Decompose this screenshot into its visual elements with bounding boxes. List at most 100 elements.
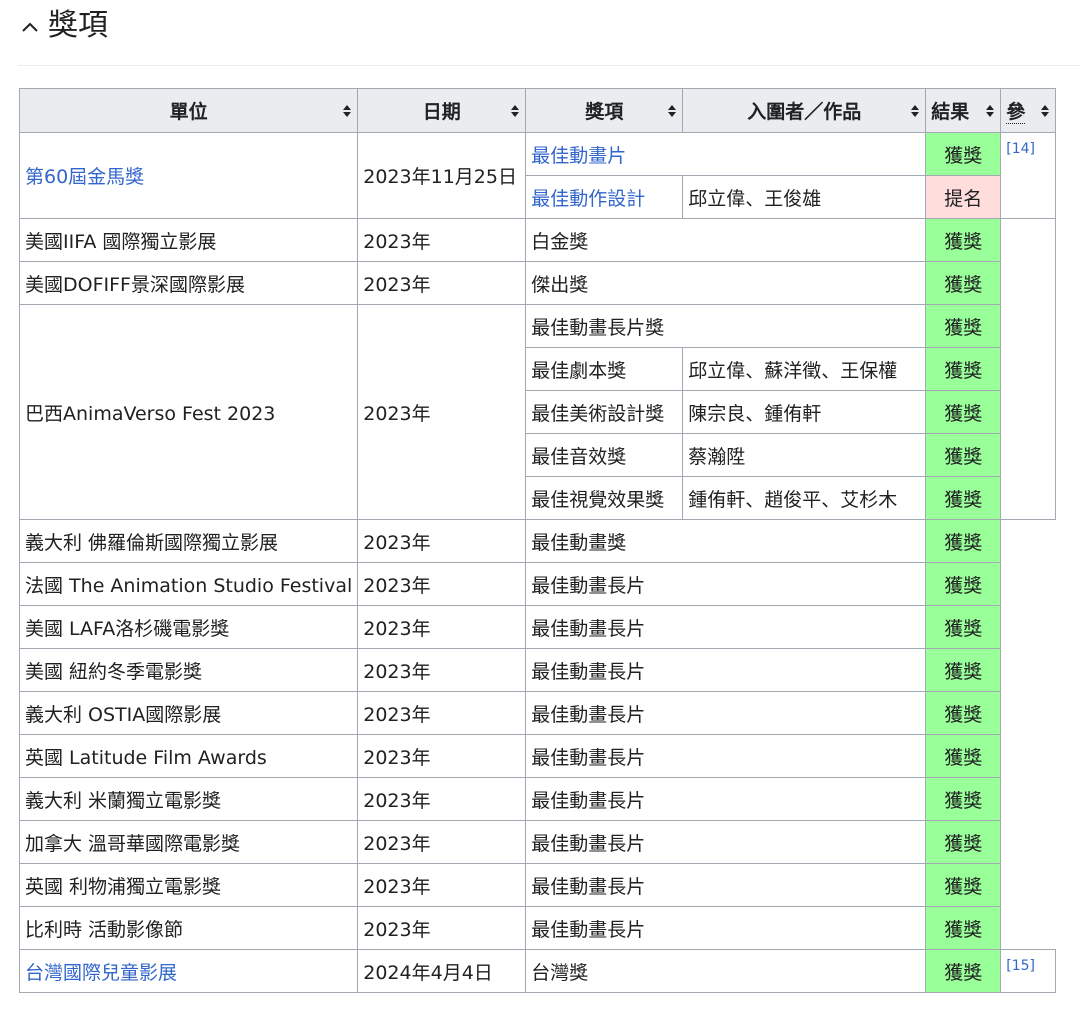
reference-cell: [15] — [1000, 949, 1057, 993]
table-row: 義大利 佛羅倫斯國際獨立影展 2023年 最佳動畫獎 獲獎 — [18, 519, 1056, 563]
award-cell: 最佳動畫長片 — [525, 863, 927, 907]
award-cell: 最佳動畫長片 — [525, 734, 927, 778]
reference-link[interactable]: [15] — [1006, 958, 1035, 974]
award-cell: 最佳劇本獎 — [525, 347, 684, 391]
award-cell: 最佳動畫長片獎 — [525, 304, 927, 348]
date-cell: 2023年11月25日 — [357, 132, 527, 219]
table-row: 巴西AnimaVerso Fest 2023 2023年 最佳動畫長片獎 獲獎 — [18, 304, 1056, 520]
sort-icon[interactable] — [985, 103, 995, 119]
award-cell: 台灣獎 — [525, 949, 927, 993]
sort-icon[interactable] — [510, 103, 520, 119]
sort-icon[interactable] — [342, 103, 352, 119]
result-win: 獲獎 — [925, 433, 1002, 477]
result-win: 獲獎 — [925, 390, 1002, 434]
nominee-cell: 鍾侑軒、趙俊平、艾杉木 — [682, 476, 927, 520]
table-row: 美國 紐約冬季電影獎 2023年 最佳動畫長片 獲獎 — [18, 648, 1056, 692]
award-cell: 最佳美術設計獎 — [525, 390, 684, 434]
result-win: 獲獎 — [925, 132, 1002, 176]
award-cell: 最佳音效獎 — [525, 433, 684, 477]
header-nominee[interactable]: 入圍者／作品 — [682, 88, 927, 133]
nominee-cell: 蔡瀚陞 — [682, 433, 927, 477]
unit-cell: 英國 利物浦獨立電影獎 — [18, 863, 359, 907]
awards-table: 單位 日期 獎項 入圍者／作品 結果 參 第60屆金馬獎 2023年11月25日… — [18, 88, 1057, 993]
unit-cell: 義大利 米蘭獨立電影獎 — [18, 777, 359, 821]
award-cell: 最佳動畫長片 — [525, 691, 927, 735]
table-row: 美國DOFIFF景深國際影展 2023年 傑出獎 獲獎 — [18, 261, 1056, 305]
table-row: 比利時 活動影像節 2023年 最佳動畫長片 獲獎 — [18, 906, 1056, 950]
award-link[interactable]: 最佳動作設計 — [525, 175, 684, 219]
result-win: 獲獎 — [925, 476, 1002, 520]
header-date[interactable]: 日期 — [357, 88, 527, 133]
date-cell: 2023年 — [357, 261, 527, 305]
unit-cell: 法國 The Animation Studio Festival — [18, 562, 359, 606]
unit-link[interactable]: 台灣國際兒童影展 — [18, 949, 359, 993]
table-row: 美國 LAFA洛杉磯電影獎 2023年 最佳動畫長片 獲獎 — [18, 605, 1056, 649]
date-cell: 2023年 — [357, 863, 527, 907]
simple-rows-body: 義大利 佛羅倫斯國際獨立影展 2023年 最佳動畫獎 獲獎 法國 The Animati… — [18, 519, 1056, 950]
chevron-up-icon[interactable] — [18, 16, 42, 40]
date-cell: 2023年 — [357, 777, 527, 821]
table-row: 義大利 OSTIA國際影展 2023年 最佳動畫長片 獲獎 — [18, 691, 1056, 735]
date-cell: 2023年 — [357, 304, 527, 520]
award-cell: 白金獎 — [525, 218, 927, 262]
award-cell: 傑出獎 — [525, 261, 927, 305]
result-win: 獲獎 — [925, 734, 1002, 778]
sort-icon[interactable] — [910, 103, 920, 119]
reference-cell-empty — [1000, 218, 1057, 520]
date-cell: 2023年 — [357, 605, 527, 649]
unit-link[interactable]: 第60屆金馬獎 — [18, 132, 359, 219]
result-win: 獲獎 — [925, 648, 1002, 692]
header-ref[interactable]: 參 — [1000, 88, 1057, 133]
unit-cell: 巴西AnimaVerso Fest 2023 — [18, 304, 359, 520]
date-cell: 2023年 — [357, 734, 527, 778]
award-link[interactable]: 最佳動畫片 — [525, 132, 927, 176]
reference-cell: [14] — [1000, 132, 1057, 219]
result-win: 獲獎 — [925, 605, 1002, 649]
section-heading[interactable]: 獎項 — [18, 0, 1080, 66]
nominee-cell: 邱立偉、王俊雄 — [682, 175, 927, 219]
award-cell: 最佳動畫長片 — [525, 906, 927, 950]
sort-icon[interactable] — [1040, 103, 1050, 119]
result-win: 獲獎 — [925, 820, 1002, 864]
table-header-row: 單位 日期 獎項 入圍者／作品 結果 參 — [18, 88, 1057, 133]
result-win: 獲獎 — [925, 691, 1002, 735]
date-cell: 2023年 — [357, 562, 527, 606]
award-cell: 最佳動畫長片 — [525, 648, 927, 692]
unit-cell: 加拿大 溫哥華國際電影獎 — [18, 820, 359, 864]
sort-icon[interactable] — [667, 103, 677, 119]
header-result[interactable]: 結果 — [925, 88, 1002, 133]
award-cell: 最佳動畫長片 — [525, 562, 927, 606]
table-row: 第60屆金馬獎 2023年11月25日 最佳動畫片 獲獎 [14] — [18, 132, 1057, 219]
result-win: 獲獎 — [925, 562, 1002, 606]
table-row: 台灣國際兒童影展 2024年4月4日 台灣獎 獲獎 [15] — [18, 949, 1057, 993]
result-win: 獲獎 — [925, 949, 1002, 993]
table-row: 義大利 米蘭獨立電影獎 2023年 最佳動畫長片 獲獎 — [18, 777, 1056, 821]
nominee-cell: 陳宗良、鍾侑軒 — [682, 390, 927, 434]
unit-cell: 英國 Latitude Film Awards — [18, 734, 359, 778]
header-award[interactable]: 獎項 — [525, 88, 684, 133]
unit-cell: 比利時 活動影像節 — [18, 906, 359, 950]
date-cell: 2023年 — [357, 648, 527, 692]
header-unit[interactable]: 單位 — [18, 88, 359, 133]
date-cell: 2023年 — [357, 519, 527, 563]
table-row: 加拿大 溫哥華國際電影獎 2023年 最佳動畫長片 獲獎 — [18, 820, 1056, 864]
result-win: 獲獎 — [925, 304, 1002, 348]
result-win: 獲獎 — [925, 863, 1002, 907]
result-win: 獲獎 — [925, 519, 1002, 563]
award-cell: 最佳動畫長片 — [525, 777, 927, 821]
section-title: 獎項 — [48, 8, 108, 43]
result-win: 獲獎 — [925, 218, 1002, 262]
result-win: 獲獎 — [925, 347, 1002, 391]
result-win: 獲獎 — [925, 777, 1002, 821]
reference-link[interactable]: [14] — [1006, 141, 1035, 157]
nominee-cell: 邱立偉、蘇洋徵、王保權 — [682, 347, 927, 391]
table-row: 英國 Latitude Film Awards 2023年 最佳動畫長片 獲獎 — [18, 734, 1056, 778]
unit-cell: 美國DOFIFF景深國際影展 — [18, 261, 359, 305]
unit-cell: 義大利 OSTIA國際影展 — [18, 691, 359, 735]
date-cell: 2023年 — [357, 906, 527, 950]
result-win: 獲獎 — [925, 261, 1002, 305]
table-row: 法國 The Animation Studio Festival 2023年 最佳動… — [18, 562, 1056, 606]
date-cell: 2024年4月4日 — [357, 949, 527, 993]
award-cell: 最佳動畫長片 — [525, 820, 927, 864]
unit-cell: 美國IIFA 國際獨立影展 — [18, 218, 359, 262]
